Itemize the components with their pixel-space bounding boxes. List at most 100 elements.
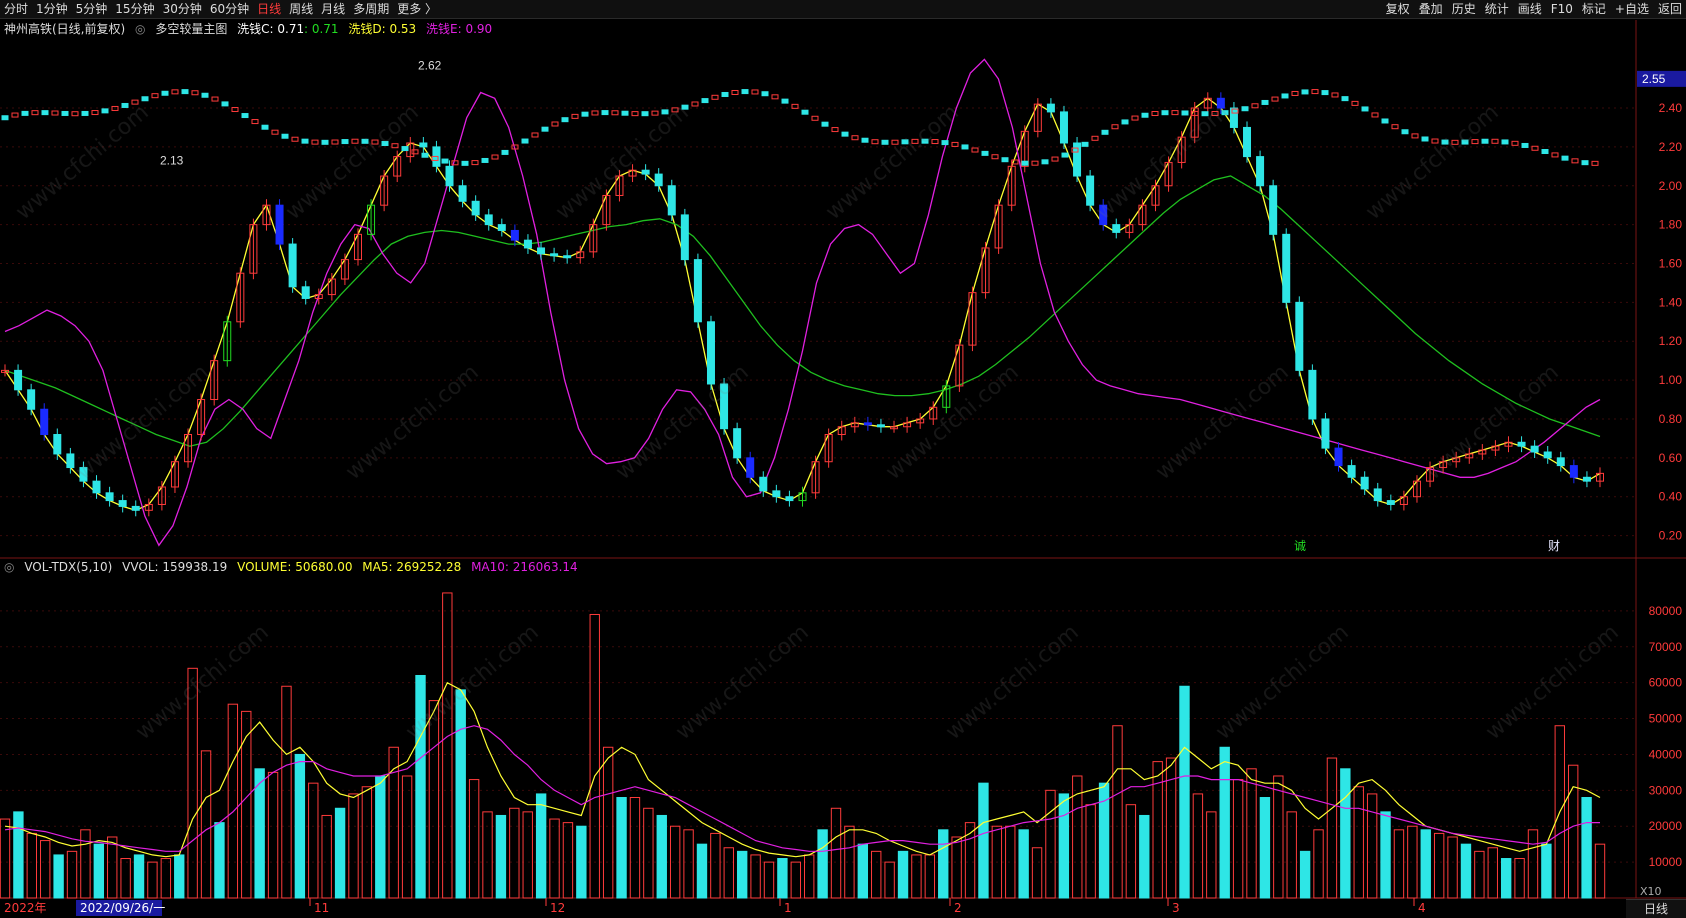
top-candle-128 — [1281, 93, 1289, 99]
top-candle-81 — [811, 115, 819, 121]
top-candle-70 — [701, 98, 709, 104]
top-candle-87 — [871, 139, 879, 145]
top-candle-65 — [651, 110, 659, 116]
candle-body-4 — [53, 434, 62, 455]
top-candle-138 — [1381, 118, 1389, 124]
top-candle-159 — [1591, 160, 1599, 166]
top-candle-127 — [1271, 96, 1279, 102]
top-candle-83 — [831, 127, 839, 133]
vol-bar-41 — [549, 818, 560, 899]
candle-body-10 — [131, 505, 140, 511]
vol-bar-119 — [1594, 843, 1606, 899]
top-candle-111 — [1111, 124, 1119, 130]
vol-bar-67 — [897, 850, 909, 899]
price-tick-10: 2.20 — [1659, 140, 1683, 154]
candle-body-52 — [680, 214, 689, 261]
top-candle-27 — [271, 129, 279, 135]
vol-ma5-line — [4, 681, 1601, 858]
top-candle-154 — [1541, 149, 1549, 155]
top-candle-8 — [81, 110, 89, 116]
top-candle-103 — [1031, 160, 1039, 166]
candle-body-1 — [14, 369, 23, 391]
top-candle-108 — [1081, 141, 1089, 147]
top-candle-105 — [1051, 156, 1059, 162]
vol-bar-91 — [1219, 746, 1230, 899]
top-candle-114 — [1141, 112, 1149, 118]
candle-body-42 — [550, 253, 559, 257]
candle-body-98 — [1282, 233, 1291, 303]
candle-body-103 — [1347, 465, 1356, 478]
vol-bar-110 — [1474, 850, 1485, 899]
candle-body-59 — [772, 490, 781, 498]
vol-bar-47 — [629, 797, 641, 899]
vol-bar-7 — [93, 843, 105, 899]
candle-body-40 — [523, 239, 532, 249]
top-candle-7 — [71, 111, 79, 117]
top-candle-156 — [1561, 155, 1569, 161]
vol-bar-78 — [1045, 789, 1056, 899]
candle-body-36 — [471, 200, 480, 216]
top-candle-116 — [1161, 110, 1169, 116]
top-candle-135 — [1351, 100, 1359, 106]
top-candle-96 — [961, 144, 969, 150]
vol-bar-79 — [1058, 793, 1070, 899]
vol-tick-5: 60000 — [1649, 676, 1683, 690]
vol-bar-59 — [790, 861, 801, 899]
top-candle-48 — [481, 157, 489, 163]
vol-bar-89 — [1192, 793, 1204, 899]
vol-bar-40 — [535, 793, 547, 899]
vol-bar-48 — [643, 807, 654, 899]
top-candle-141 — [1411, 133, 1419, 139]
top-candle-118 — [1181, 110, 1189, 116]
price-tick-0: 0.20 — [1659, 529, 1683, 543]
top-candle-9 — [91, 110, 99, 116]
vol-bar-117 — [1568, 764, 1579, 899]
vol-bar-45 — [602, 746, 614, 899]
candle-body-104 — [1360, 476, 1369, 490]
vol-bar-28 — [375, 775, 386, 899]
top-candle-112 — [1121, 119, 1129, 125]
vol-bar-9 — [120, 858, 131, 899]
vol-tick-1: 20000 — [1649, 819, 1683, 833]
top-candle-95 — [951, 141, 959, 147]
vol-bar-107 — [1433, 832, 1445, 899]
top-candle-78 — [781, 98, 789, 104]
candle-body-118 — [1543, 451, 1552, 459]
vol-bar-105 — [1407, 825, 1418, 899]
candle-body-119 — [1556, 457, 1565, 467]
price-tick-7: 1.60 — [1659, 256, 1683, 270]
candle-body-2 — [27, 389, 36, 410]
vol-bar-62 — [830, 807, 842, 899]
candle-body-121 — [1582, 476, 1591, 482]
top-candle-80 — [801, 109, 809, 115]
top-candle-148 — [1481, 138, 1489, 144]
top-candle-158 — [1581, 160, 1589, 166]
top-candle-34 — [341, 139, 349, 145]
top-candle-12 — [121, 102, 129, 108]
vol-bar-98 — [1313, 829, 1324, 899]
vol-bar-42 — [562, 822, 574, 899]
candle-body-99 — [1295, 301, 1304, 371]
top-candle-150 — [1501, 139, 1509, 145]
price-tick-8: 1.80 — [1659, 218, 1683, 232]
candle-body-117 — [1530, 445, 1539, 453]
top-candle-5 — [51, 110, 59, 116]
vol-bar-55 — [736, 850, 748, 899]
top-candle-137 — [1371, 112, 1379, 118]
top-candle-106 — [1061, 152, 1069, 158]
candle-body-3 — [40, 408, 49, 436]
vol-tick-3: 40000 — [1649, 747, 1683, 761]
top-candle-69 — [691, 101, 699, 107]
vol-bar-90 — [1206, 811, 1217, 899]
price-tick-1: 0.40 — [1659, 490, 1683, 504]
top-candle-3 — [31, 110, 39, 116]
vol-bar-109 — [1460, 843, 1472, 899]
vol-bar-18 — [241, 710, 252, 899]
vol-bar-17 — [227, 703, 239, 899]
vol-bar-70 — [938, 829, 949, 899]
top-candle-98 — [981, 150, 989, 156]
cursor-date: 2022/09/26/一 — [80, 901, 165, 915]
vol-bar-114 — [1527, 829, 1539, 899]
top-candle-46 — [461, 160, 469, 166]
vol-bar-61 — [817, 829, 828, 899]
